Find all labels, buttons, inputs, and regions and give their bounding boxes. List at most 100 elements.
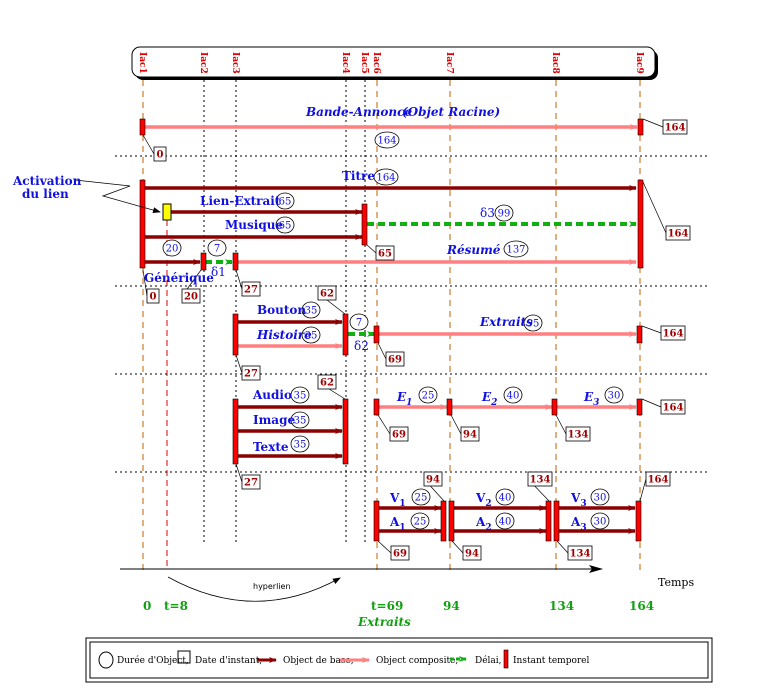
duration-value: 25 (422, 391, 435, 402)
duration-value: 35 (294, 416, 307, 427)
temporal-instant-bar[interactable] (373, 325, 380, 344)
date-value: 62 (320, 378, 334, 389)
duration-ellipses: 16416465659920 7 13735357 9535353525 40 30252… (162, 131, 624, 530)
instant-label-5: Iac5 (359, 52, 369, 74)
date-value: 20 (184, 292, 198, 303)
temporal-instant-bar[interactable] (200, 252, 207, 271)
duration-badge: 7 (207, 239, 227, 257)
date-value: 134 (570, 549, 591, 560)
temporal-instant-bar[interactable] (545, 500, 552, 542)
instant-date-box: 94 (450, 414, 480, 442)
temporal-instant-bar[interactable] (448, 500, 455, 542)
instant-label-6: Iac6 (371, 52, 381, 74)
temporal-instant-bar[interactable] (636, 398, 643, 416)
duration-badge: 99 (494, 204, 514, 222)
duration-value: 7 (356, 318, 362, 329)
date-value: 69 (393, 549, 407, 560)
instant-date-box: 27 (235, 354, 261, 381)
duration-value: 35 (294, 440, 307, 451)
activation-instant[interactable] (162, 203, 172, 221)
date-value: 27 (244, 285, 258, 296)
date-value: 69 (388, 355, 402, 366)
duration-badge: 25 (411, 488, 431, 506)
duration-value: 40 (499, 493, 512, 504)
instant-header: Iac1 Iac2 Iac3 Iac4 Iac5 Iac6 Iac7 Iac8 Iac9 (131, 46, 658, 80)
titre-label: Titre (342, 169, 375, 183)
legend-instant: Instant temporel (513, 656, 590, 666)
instant-date-box: 134 (527, 471, 553, 502)
instant-date-box: 62 (317, 374, 346, 400)
activation-label-1: Activation (12, 174, 82, 188)
duration-badge: 30 (604, 386, 624, 404)
duration-badge: 7 (349, 313, 369, 331)
instant-date-box: 69 (377, 342, 405, 367)
extraits-note: Extraits (357, 615, 411, 629)
duration-value: 25 (415, 493, 428, 504)
instant-date-box: 134 (556, 540, 593, 561)
date-value: 94 (465, 549, 479, 560)
instant-label-2: Iac2 (198, 52, 208, 74)
duration-value: 99 (498, 209, 511, 220)
audio-label: Audio (252, 388, 292, 402)
duration-value: 35 (305, 306, 318, 317)
instant-label-9: Iac9 (634, 52, 644, 74)
temporal-instant-bar[interactable] (373, 398, 380, 416)
duration-value: 30 (594, 517, 607, 528)
temporal-instant-bar[interactable] (232, 398, 239, 465)
duration-value: 25 (414, 517, 427, 528)
duration-badge: 40 (503, 386, 523, 404)
temporal-instant-bar[interactable] (342, 313, 349, 356)
duration-value: 7 (214, 244, 220, 255)
duration-value: 65 (279, 197, 292, 208)
instant-label-4: Iac4 (340, 52, 350, 74)
duration-value: 164 (376, 173, 395, 184)
duration-badge: 164 (373, 168, 399, 186)
date-value: 134 (568, 430, 589, 441)
duration-badge: 40 (495, 512, 515, 530)
delta3-label: δ3 (480, 206, 495, 220)
temporal-instant-bar[interactable] (637, 118, 644, 136)
image-label: Image (253, 413, 295, 427)
temporal-instant-bar[interactable] (553, 500, 560, 542)
instant-date-box: 94 (451, 540, 482, 561)
instant-date-box: 69 (377, 540, 410, 561)
guide-lines (115, 80, 708, 570)
histoire-label: Histoire (256, 328, 312, 342)
date-value: 0 (157, 150, 164, 161)
object-arrows (143, 124, 638, 534)
temporal-instant-bar[interactable] (636, 325, 643, 344)
texte-label: Texte (253, 440, 289, 454)
temporal-instant-bar[interactable] (361, 203, 368, 246)
duration-badge: 35 (290, 386, 310, 404)
instant-date-box: 69 (377, 414, 409, 442)
temporal-instant-bar[interactable] (440, 500, 447, 542)
temporal-instant-bar[interactable] (232, 252, 239, 271)
temporal-instant-bar[interactable] (232, 313, 239, 356)
temporal-instant-bar[interactable] (635, 500, 642, 542)
instant-date-box: 65 (366, 244, 395, 261)
temporal-instant-bar[interactable] (637, 179, 644, 269)
temporal-instant-bar[interactable] (139, 118, 146, 136)
date-value: 62 (320, 289, 334, 300)
resume-label: Résumé (446, 243, 501, 257)
duration-badge: 137 (503, 240, 529, 258)
temporal-instant-bar[interactable] (139, 179, 146, 269)
date-value: 134 (530, 475, 551, 486)
musique-label: Musique (225, 218, 283, 232)
time-axis-label: Temps (658, 576, 694, 589)
date-value: 65 (378, 249, 392, 260)
temporal-instant-bar[interactable] (373, 500, 380, 542)
temporal-instant-bar[interactable] (551, 398, 558, 416)
duration-badge: 25 (410, 512, 430, 530)
date-value: 94 (463, 430, 477, 441)
instant-date-box: 27 (235, 463, 261, 490)
duration-value: 40 (499, 517, 512, 528)
temporal-instant-bar[interactable] (342, 398, 349, 465)
duration-badge: 35 (290, 435, 310, 453)
duration-value: 30 (594, 493, 607, 504)
extraits-label: Extraits (479, 315, 533, 329)
duration-value: 35 (294, 391, 307, 402)
instant-date-box: 27 (235, 269, 261, 297)
temporal-instant-bar[interactable] (446, 398, 453, 416)
duration-badge: 40 (495, 488, 515, 506)
